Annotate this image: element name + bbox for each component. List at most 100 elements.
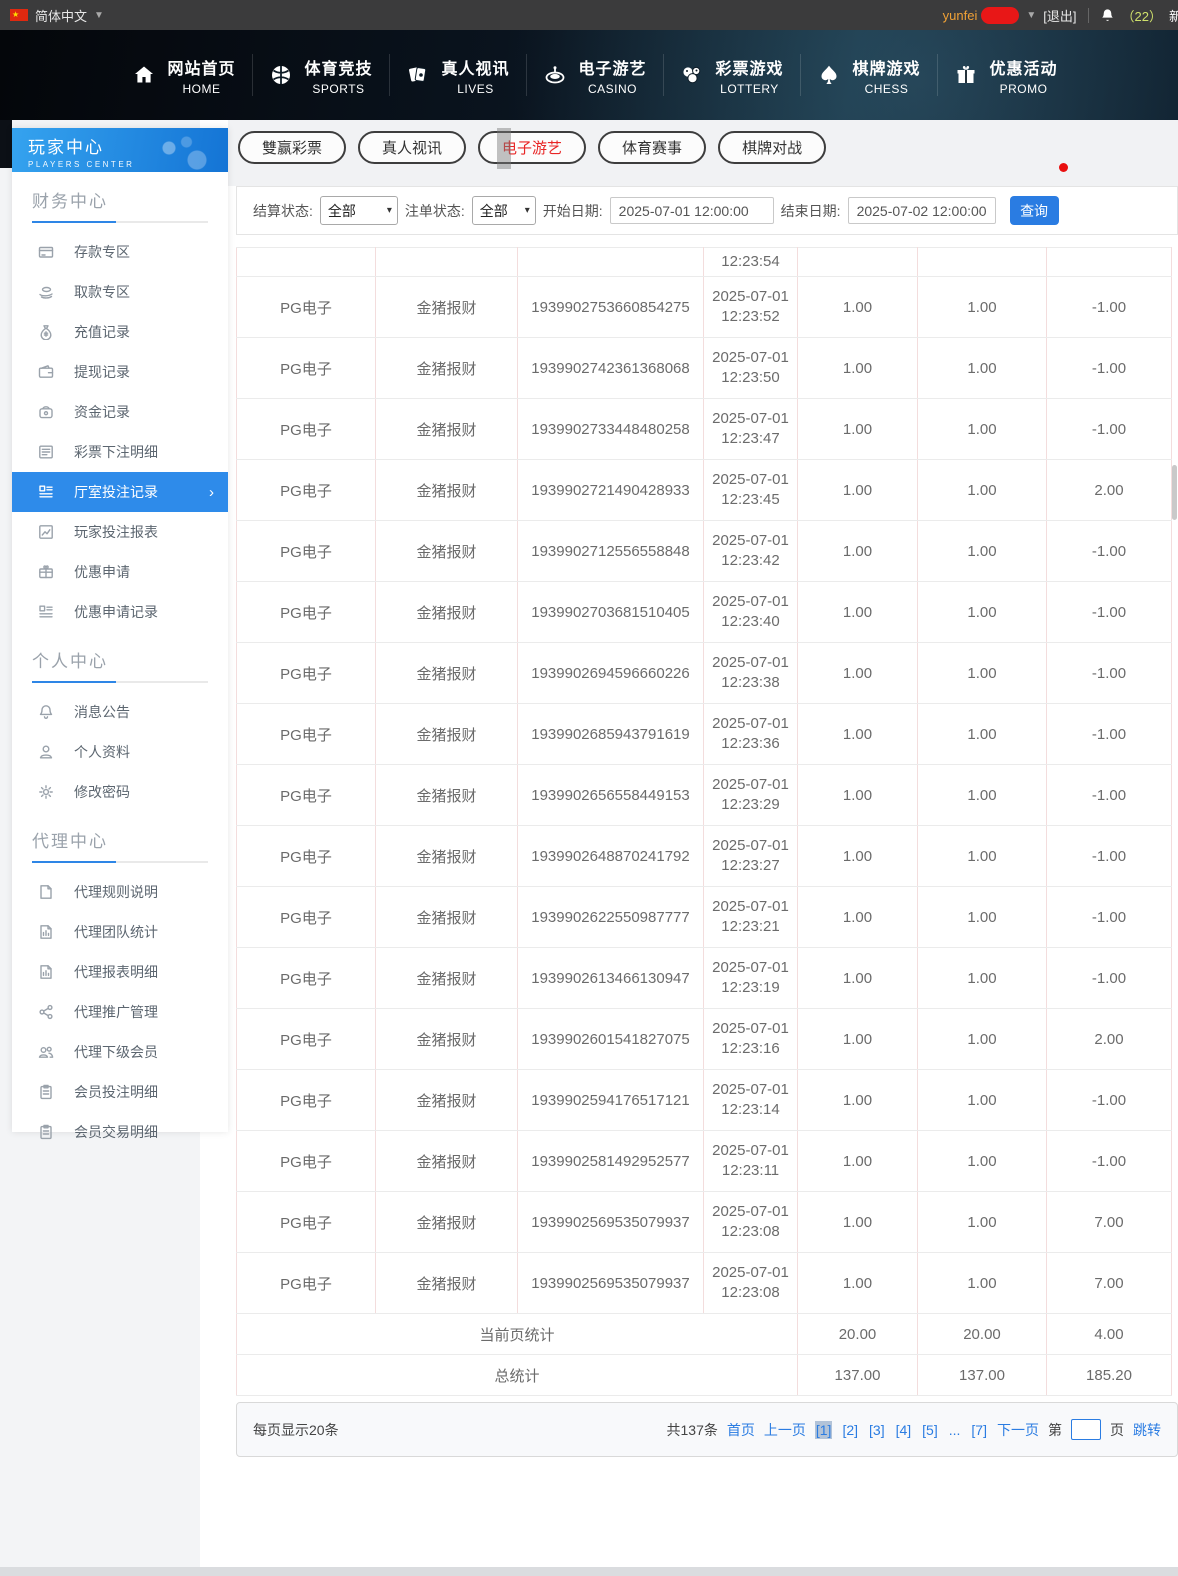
bell-icon[interactable]: [1100, 8, 1115, 23]
page-link-4[interactable]: [4]: [895, 1421, 913, 1439]
page-jump-input[interactable]: [1071, 1419, 1101, 1440]
sidebar-section-rule: [32, 861, 208, 863]
sidebar-section-header: 财务中心: [32, 192, 108, 211]
cell-platform: PG电子: [236, 398, 376, 460]
cell-valid-bet: 1.00: [917, 703, 1047, 765]
tab-live-video[interactable]: 真人视讯: [358, 131, 467, 164]
sidebar-item-hall-bet-records[interactable]: 厅室投注记录 ›: [12, 472, 228, 512]
jump-suffix-label: 页: [1110, 1421, 1124, 1438]
language-selector[interactable]: ★ 简体中文 ▼: [10, 6, 104, 25]
per-page-label: 每页显示20条: [253, 1421, 339, 1438]
tab-electronic-games[interactable]: 电子游艺: [478, 131, 587, 164]
start-date-input[interactable]: [609, 197, 774, 224]
table-row: PG电子 金猪报财 1939902613466130947 2025-07-01…: [236, 947, 1172, 1009]
username[interactable]: yunfei: [943, 8, 978, 23]
cell-valid-bet: 1.00: [917, 1191, 1047, 1253]
page-link-7[interactable]: [7]: [970, 1421, 988, 1439]
cell-platform: PG电子: [236, 337, 376, 399]
sidebar-item-funds-records[interactable]: 资金记录: [12, 392, 228, 432]
nav-item-lives[interactable]: 真人视讯 LIVES: [390, 55, 526, 96]
nav-label-en: PROMO: [999, 81, 1048, 96]
sidebar-item-agent-promotion[interactable]: 代理推广管理: [12, 992, 228, 1032]
sidebar-item-agent-report-details[interactable]: 代理报表明细: [12, 952, 228, 992]
logout-button[interactable]: [退出]: [1043, 6, 1076, 25]
search-button[interactable]: 查询: [1009, 196, 1059, 225]
sidebar-item-promo-apply-records[interactable]: 优惠申请记录: [12, 592, 228, 632]
sidebar-item-label: 代理规则说明: [74, 884, 158, 900]
chevron-right-icon: ›: [209, 483, 214, 501]
pager: 共137条 首页 上一页 [1] [2] [3] [4] [5]... [7] 下一页 第…: [667, 1419, 1161, 1440]
table-row: PG电子 金猪报财 1939902721490428933 2025-07-01…: [236, 459, 1172, 521]
cell-valid-bet: 1.00: [917, 276, 1047, 338]
sidebar-item-deposit[interactable]: 存款专区: [12, 232, 228, 272]
message-count[interactable]: （22）: [1122, 6, 1162, 25]
page-link-3[interactable]: [3]: [868, 1421, 886, 1439]
jump-button[interactable]: 跳转: [1133, 1420, 1161, 1440]
sidebar-item-label: 个人资料: [74, 744, 130, 760]
page-link-1[interactable]: [1]: [814, 1420, 833, 1439]
scrollbar-thumb[interactable]: [497, 128, 511, 169]
nav-item-home[interactable]: 网站首页 HOME: [116, 55, 252, 96]
cell-bet-amount: 1.00: [797, 337, 918, 399]
nav-item-chess[interactable]: 棋牌游戏 CHESS: [801, 55, 937, 96]
pagination-footer: 每页显示20条 共137条 首页 上一页 [1] [2] [3] [4] [5]...[…: [236, 1402, 1178, 1457]
table-summary-row: 当前页统计 20.00 20.00 4.00: [236, 1313, 1172, 1355]
users-icon: [38, 1044, 54, 1060]
chevron-down-icon[interactable]: ▼: [1026, 10, 1036, 21]
order-status-select[interactable]: 全部 ▾: [471, 196, 536, 225]
cell-valid-bet: 1.00: [917, 764, 1047, 826]
sidebar-item-withdrawal-records[interactable]: 提现记录: [12, 352, 228, 392]
sidebar-item-change-password[interactable]: 修改密码: [12, 772, 228, 812]
sidebar-item-profile[interactable]: 个人资料: [12, 732, 228, 772]
bell-icon: [38, 704, 54, 720]
page-link-6[interactable]: ...: [948, 1421, 962, 1439]
message-suffix[interactable]: 新: [1169, 6, 1178, 25]
first-page-link[interactable]: 首页: [727, 1420, 755, 1440]
nav-item-casino[interactable]: 电子游艺 CASINO: [527, 55, 663, 96]
sidebar-item-label: 彩票下注明细: [74, 444, 158, 460]
sidebar-item-promo-apply[interactable]: 优惠申请: [12, 552, 228, 592]
list-detail-icon: [38, 604, 54, 620]
nav-item-lottery[interactable]: 彩票游戏 LOTTERY: [664, 55, 800, 96]
table-row: PG电子 金猪报财 1939902622550987777 2025-07-01…: [236, 886, 1172, 948]
tab-double-win-lottery[interactable]: 雙赢彩票: [238, 131, 347, 164]
next-page-link[interactable]: 下一页: [997, 1420, 1039, 1440]
sidebar-item-member-transaction-details[interactable]: 会员交易明细: [12, 1112, 228, 1152]
page-link-2[interactable]: [2]: [841, 1421, 859, 1439]
prev-page-link[interactable]: 上一页: [764, 1420, 806, 1440]
cell-platform: PG电子: [236, 1130, 376, 1192]
sidebar-item-agent-rules[interactable]: 代理规则说明: [12, 872, 228, 912]
cell-valid-bet: 1.00: [917, 459, 1047, 521]
doc-chart-icon: [38, 964, 54, 980]
tab-sports-events[interactable]: 体育赛事: [598, 131, 707, 164]
sidebar-item-agent-team-stats[interactable]: 代理团队统计: [12, 912, 228, 952]
table-row: PG电子 金猪报财 1939902742361368068 2025-07-01…: [236, 337, 1172, 399]
vertical-scrollbar-thumb[interactable]: [1172, 465, 1177, 520]
sidebar-item-lottery-bet-details[interactable]: 彩票下注明细: [12, 432, 228, 472]
sidebar-item-withdraw[interactable]: 取款专区: [12, 272, 228, 312]
deposit-card-icon: [38, 244, 54, 260]
cell-winloss: 7.00: [1046, 1252, 1172, 1314]
sidebar-item-player-bet-report[interactable]: 玩家投注报表: [12, 512, 228, 552]
sidebar-item-label: 充值记录: [74, 324, 130, 340]
settle-status-label: 结算状态:: [253, 202, 313, 219]
end-date-input[interactable]: [847, 197, 996, 224]
nav-item-promo[interactable]: 优惠活动 PROMO: [938, 55, 1074, 96]
nav-label-en: CASINO: [587, 81, 637, 96]
cell-valid-bet: 1.00: [917, 520, 1047, 582]
cell-winloss: -1.00: [1046, 764, 1172, 826]
table-row: PG电子 金猪报财 1939902601541827075 2025-07-01…: [236, 1008, 1172, 1070]
cell-bet-id: 1939902742361368068: [517, 337, 704, 399]
cell-bet-amount: 1.00: [797, 276, 918, 338]
sidebar-header: 玩家中心 PLAYERS CENTER: [12, 128, 228, 172]
sidebar-item-recharge-records[interactable]: 充值记录: [12, 312, 228, 352]
sidebar-item-agent-sub-members[interactable]: 代理下级会员: [12, 1032, 228, 1072]
cell-platform: PG电子: [236, 825, 376, 887]
sidebar-item-member-bet-details[interactable]: 会员投注明细: [12, 1072, 228, 1112]
tab-chess-battle[interactable]: 棋牌对战: [718, 131, 827, 164]
settle-status-select[interactable]: 全部 ▾: [319, 196, 398, 225]
page-link-5[interactable]: [5]: [921, 1421, 939, 1439]
table-row: PG电子 金猪报财 1939902685943791619 2025-07-01…: [236, 703, 1172, 765]
sidebar-item-announcements[interactable]: 消息公告: [12, 692, 228, 732]
nav-item-sports[interactable]: 体育竞技 SPORTS: [253, 55, 389, 96]
